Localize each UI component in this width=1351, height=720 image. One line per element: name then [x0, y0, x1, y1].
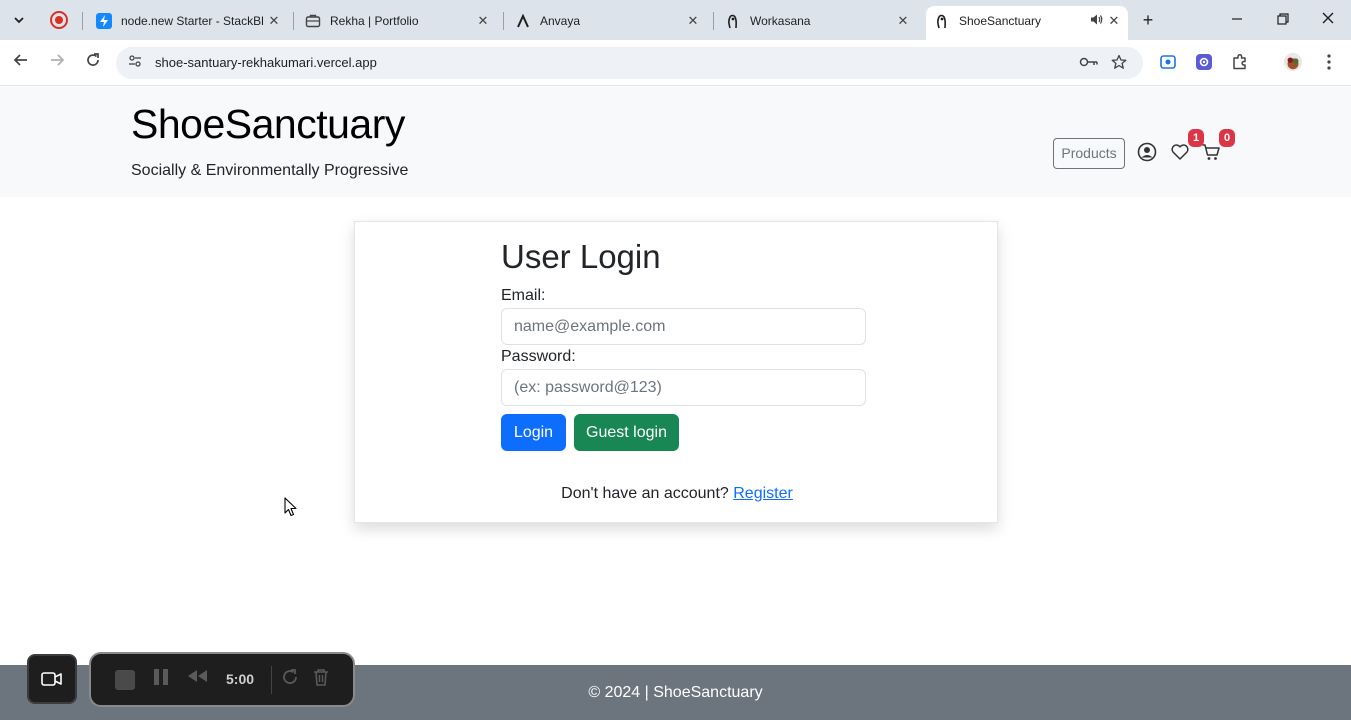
tab-title: node.new Starter - StackBl: [121, 14, 264, 28]
recorder-divider: [271, 666, 272, 694]
brand-tagline: Socially & Environmentally Progressive: [131, 162, 409, 179]
delete-trash-icon[interactable]: [313, 668, 329, 691]
browser-tabstrip: node.new Starter - StackBl ✕ Rekha | Por…: [0, 0, 1351, 40]
cart-icon[interactable]: [1201, 142, 1223, 164]
mouse-cursor-icon: [284, 497, 298, 517]
address-bar[interactable]: shoe-santuary-rekhakumari.vercel.app: [116, 47, 1143, 79]
new-tab-icon[interactable]: +: [1138, 10, 1158, 30]
register-row: Don't have an account? Register: [355, 485, 999, 503]
close-icon[interactable]: ✕: [895, 13, 911, 29]
tab-anvaya[interactable]: Anvaya ✕: [507, 6, 707, 36]
tab-title: Anvaya: [540, 14, 581, 28]
minimize-icon[interactable]: [1227, 10, 1247, 30]
restart-icon[interactable]: [281, 668, 299, 691]
email-label: Email:: [501, 287, 546, 304]
password-key-icon[interactable]: [1078, 54, 1100, 72]
tab-shoesanctuary[interactable]: ShoeSanctuary ✕: [926, 6, 1128, 40]
user-profile-icon[interactable]: [1137, 142, 1159, 164]
tab-workasana[interactable]: Workasana ✕: [717, 6, 917, 36]
guest-login-button[interactable]: Guest login: [574, 414, 679, 451]
pause-icon[interactable]: [153, 668, 169, 691]
login-title: User Login: [501, 238, 661, 275]
tab-stackblitz[interactable]: node.new Starter - StackBl ✕: [88, 6, 288, 36]
tab-separator: [713, 12, 714, 30]
tab-separator: [82, 12, 83, 30]
stackblitz-icon: [96, 13, 112, 29]
tab-title: ShoeSanctuary: [959, 14, 1042, 28]
tab-separator: [503, 12, 504, 30]
close-icon[interactable]: ✕: [266, 13, 282, 29]
recording-indicator-icon[interactable]: [50, 11, 68, 29]
portfolio-icon: [305, 13, 321, 29]
brand-title[interactable]: ShoeSanctuary: [131, 101, 405, 148]
camera-toggle-icon[interactable]: [27, 654, 77, 704]
register-link[interactable]: Register: [733, 485, 793, 502]
register-prompt: Don't have an account?: [561, 485, 729, 502]
close-icon[interactable]: ✕: [475, 13, 491, 29]
speaker-icon[interactable]: [1088, 13, 1104, 29]
password-label: Password:: [501, 348, 576, 365]
reload-icon[interactable]: [82, 52, 104, 74]
close-icon[interactable]: ✕: [1106, 13, 1122, 29]
tab-search-chevron-icon[interactable]: [6, 7, 32, 33]
extensions-puzzle-icon[interactable]: [1230, 52, 1250, 72]
cart-count-badge: 0: [1219, 129, 1235, 147]
tab-portfolio[interactable]: Rekha | Portfolio ✕: [297, 6, 497, 36]
products-button[interactable]: Products: [1053, 138, 1125, 169]
window-close-icon[interactable]: [1318, 10, 1338, 30]
tab-separator: [293, 12, 294, 30]
site-header: ShoeSanctuary Socially & Environmentally…: [0, 87, 1351, 197]
screen-recorder-extension-icon[interactable]: [1158, 52, 1178, 72]
browser-toolbar: shoe-santuary-rekhakumari.vercel.app: [0, 40, 1351, 86]
workasana-icon: [725, 13, 741, 29]
shoe-icon: [934, 13, 950, 29]
login-card: User Login Email: Password: Login Guest …: [354, 221, 998, 523]
back-icon[interactable]: [10, 52, 32, 74]
tab-title: Workasana: [750, 14, 811, 28]
recording-timer: 5:00: [226, 671, 255, 687]
extension-gear-icon[interactable]: [1194, 52, 1214, 72]
profile-avatar-icon[interactable]: [1283, 52, 1303, 72]
restore-icon[interactable]: [1273, 10, 1293, 30]
rewind-icon[interactable]: [186, 668, 208, 689]
email-field[interactable]: [501, 308, 866, 345]
url-text[interactable]: shoe-santuary-rekhakumari.vercel.app: [155, 55, 377, 70]
wishlist-heart-icon[interactable]: [1170, 142, 1192, 164]
recorder-controls: 5:00: [89, 652, 355, 707]
password-field[interactable]: [501, 369, 866, 406]
forward-icon[interactable]: [46, 52, 68, 74]
close-icon[interactable]: ✕: [685, 13, 701, 29]
bookmark-star-icon[interactable]: [1110, 54, 1128, 72]
browser-menu-icon[interactable]: [1319, 52, 1339, 72]
stop-recording-icon[interactable]: [115, 670, 135, 690]
site-info-icon[interactable]: [126, 54, 144, 72]
tab-title: Rekha | Portfolio: [330, 14, 419, 28]
anvaya-icon: [515, 13, 531, 29]
login-button[interactable]: Login: [501, 414, 566, 451]
